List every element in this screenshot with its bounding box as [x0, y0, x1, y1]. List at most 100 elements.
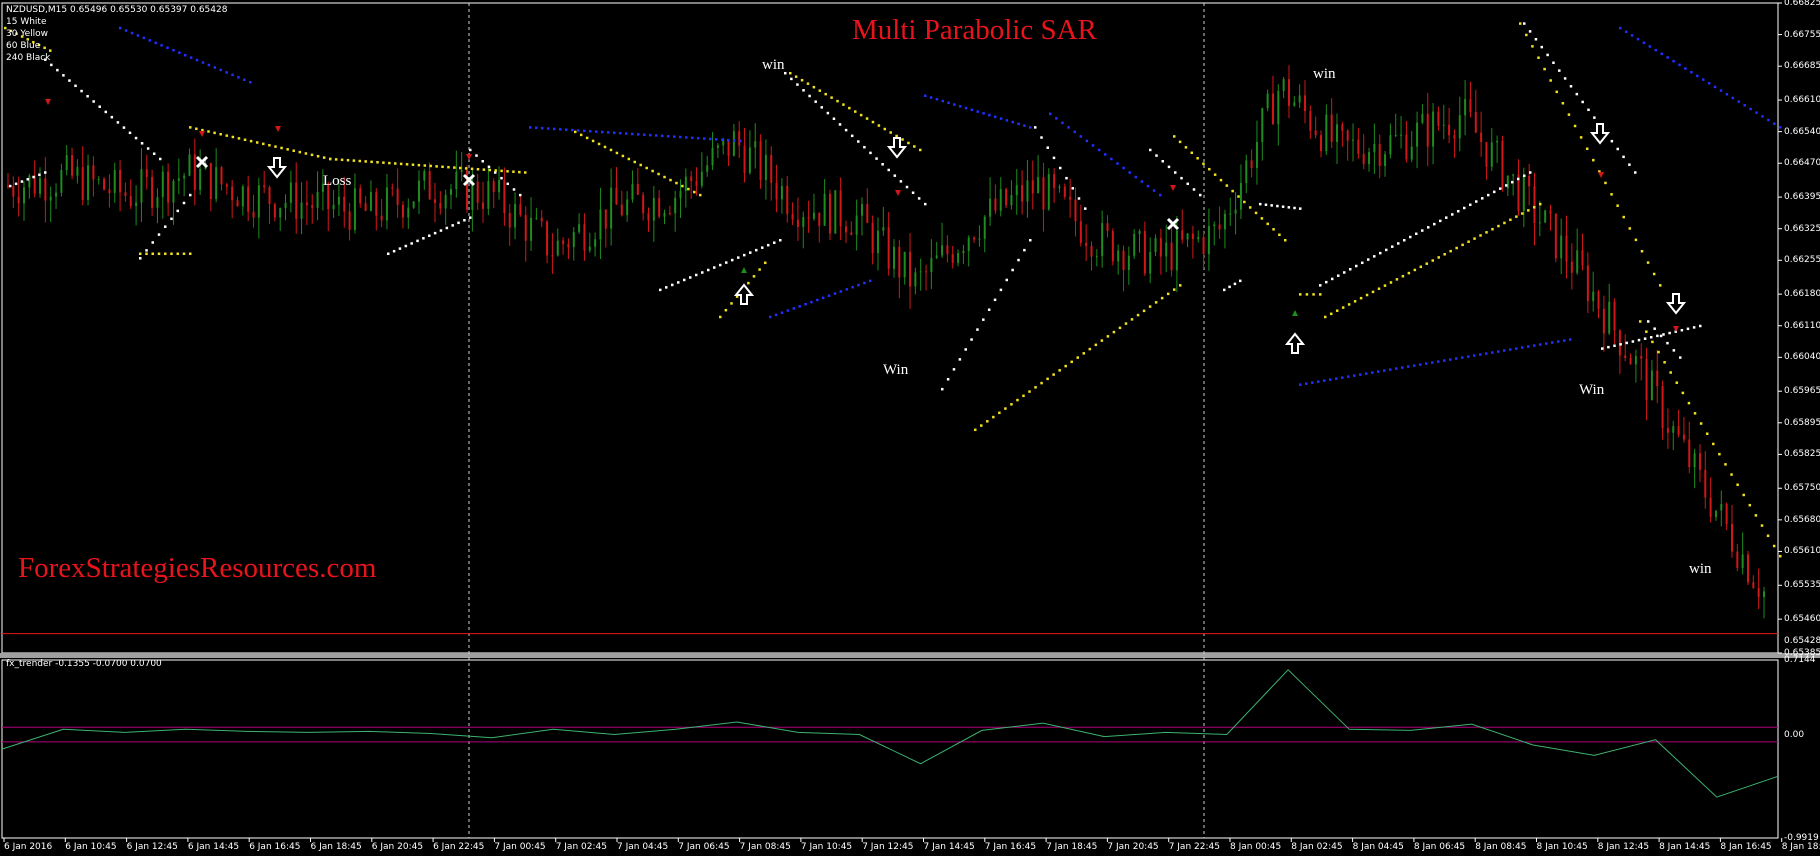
candle-body [1106, 223, 1109, 231]
sar30-dot [1401, 274, 1405, 278]
candle-body [1597, 291, 1600, 309]
sar60-dot [1079, 135, 1083, 138]
sar30-dot [752, 275, 756, 278]
sar60-dot [1449, 358, 1452, 361]
sar60-dot [189, 56, 193, 59]
sar15-dot [1403, 238, 1406, 242]
sar30-dot [274, 145, 277, 148]
sar15-dot [475, 154, 478, 157]
sar15-dot [1616, 147, 1619, 151]
sar30-dot [854, 110, 857, 113]
sar15-dot [1433, 222, 1436, 226]
sar15-dot [1647, 320, 1650, 323]
sar30-dot [1503, 221, 1506, 225]
sar60-dot [839, 290, 843, 293]
candle-body [871, 222, 874, 254]
chart-canvas[interactable] [0, 0, 1820, 856]
candle-body [1255, 141, 1258, 169]
sar60-dot [237, 76, 240, 79]
candle-body [1207, 226, 1210, 255]
sar30-dot [609, 148, 613, 152]
sar30-dot [1657, 350, 1660, 354]
sar15-dot [1679, 356, 1682, 359]
sar30-dot [441, 165, 444, 169]
sar15-dot [1581, 100, 1584, 104]
sar60-dot [1539, 343, 1542, 346]
sar15-dot [1666, 341, 1669, 345]
candle-body [834, 190, 837, 234]
sar30-dot [1645, 330, 1648, 333]
sar60-dot [1299, 383, 1302, 386]
sar15-dot [146, 147, 150, 150]
sar30-dot [597, 142, 601, 146]
sar30-dot [1389, 281, 1393, 284]
sar15-dot [1699, 324, 1702, 328]
time-tick-label: 8 Jan 14:45 [1659, 842, 1711, 852]
candle-body [273, 204, 276, 218]
sar60-dot [1485, 352, 1488, 355]
sar30-dot [1748, 503, 1752, 507]
sar30-dot [518, 170, 521, 174]
sar30-dot [1640, 249, 1644, 253]
sar15-dot [404, 244, 408, 248]
candle-body [188, 154, 191, 176]
sar30-dot [1675, 381, 1679, 384]
candle-body [631, 183, 634, 200]
sar15-dot [917, 197, 921, 200]
candle-body [572, 231, 575, 248]
candle-body [1085, 242, 1088, 246]
candle-body [433, 199, 436, 204]
candle-body [97, 178, 100, 180]
sar15-dot [152, 152, 156, 156]
candle-body [1645, 358, 1648, 401]
sar60-dot [577, 129, 580, 132]
sar30-dot [824, 92, 827, 96]
candle-body [1698, 453, 1701, 470]
sar30-dot [818, 89, 822, 92]
candle-body [1426, 113, 1429, 147]
candle-body [1122, 250, 1125, 271]
sar15-dot [701, 271, 704, 274]
sar15-dot [1319, 284, 1322, 287]
sar15-dot [469, 216, 472, 219]
sar30-dot [1699, 422, 1703, 425]
sar60-dot [655, 134, 658, 137]
sar60-dot [637, 133, 640, 136]
sar30-dot [1179, 284, 1182, 287]
candle-body [92, 165, 95, 180]
down-signal-icon [1673, 326, 1679, 332]
sar60-dot [703, 137, 706, 140]
sar60-dot [583, 129, 586, 133]
sar30-dot [1585, 147, 1589, 151]
sar60-dot [1122, 166, 1125, 170]
candle-body [1368, 152, 1371, 165]
sar30-dot [1712, 442, 1715, 446]
sar30-dot [585, 136, 589, 140]
sar60-dot [1049, 112, 1052, 116]
candle-body [316, 191, 319, 208]
candle-body [1693, 453, 1696, 468]
sar30-dot [1208, 167, 1211, 171]
sar30-dot [1663, 361, 1666, 364]
sar15-dot [869, 151, 872, 155]
sar60-dot [1731, 96, 1735, 100]
sar30-dot [1651, 340, 1654, 344]
sar30-dot [1040, 381, 1043, 385]
sar15-dot [1023, 248, 1026, 252]
sar15-dot [1186, 182, 1189, 186]
sar60-dot [1690, 70, 1693, 74]
sar30-dot [651, 169, 654, 173]
sar30-dot [806, 82, 810, 85]
candle-body [898, 246, 901, 278]
sar30-dot [500, 169, 503, 173]
sar60-dot [709, 137, 712, 141]
sar15-dot [1421, 229, 1424, 232]
sar60-dot [1317, 380, 1320, 383]
candle-body [1314, 130, 1317, 136]
sar30-dot [836, 99, 839, 103]
sar30-dot [1766, 534, 1770, 538]
sar15-dot [924, 202, 927, 206]
sar30-dot [1124, 322, 1128, 325]
sar60-dot [1767, 118, 1770, 122]
time-tick-label: 8 Jan 16:45 [1720, 842, 1772, 852]
